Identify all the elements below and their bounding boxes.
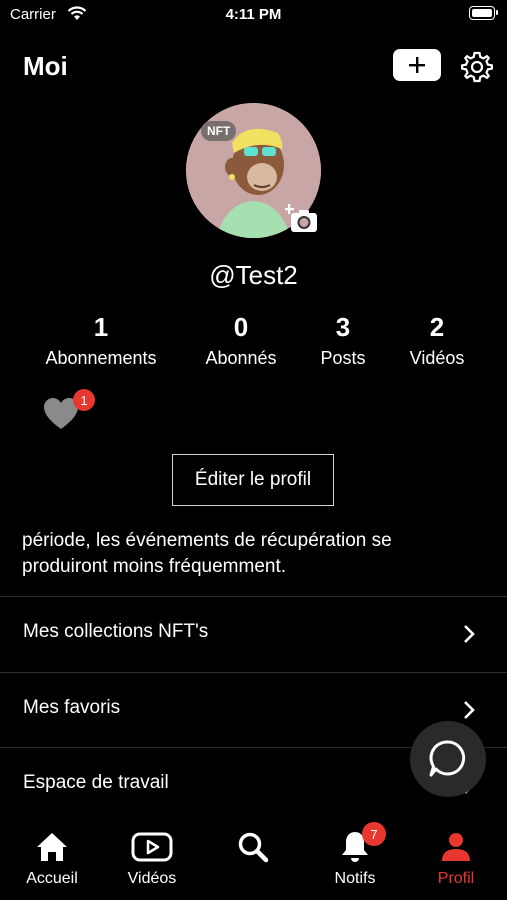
stat-abonnes[interactable]: 0 Abonnés: [196, 312, 286, 369]
page-title: Moi: [23, 51, 68, 81]
tab-notifs[interactable]: 7 Notifs: [310, 822, 400, 888]
bio-line: produiront moins fréquemment.: [22, 556, 287, 577]
stat-count: 0: [233, 312, 249, 342]
search-icon: [208, 828, 298, 866]
add-button[interactable]: [393, 49, 441, 81]
tab-bar: Accueil Vidéos 7 Notifs Profil: [0, 816, 507, 900]
menu-item-label: Mes collections NFT's: [23, 621, 209, 642]
chat-button[interactable]: [410, 721, 486, 797]
stat-label: Abonnés: [205, 348, 277, 368]
stat-posts[interactable]: 3 Posts: [309, 312, 377, 369]
tab-accueil[interactable]: Accueil: [7, 828, 97, 888]
likes-badge: 1: [73, 389, 95, 411]
home-icon: [7, 828, 97, 866]
edit-profile-button[interactable]: Éditer le profil: [172, 454, 334, 506]
menu-item-label: Espace de travail: [23, 772, 169, 793]
stat-label: Posts: [320, 348, 366, 368]
stat-count: 3: [335, 312, 351, 342]
chevron-right-icon: [464, 625, 475, 643]
stat-videos[interactable]: 2 Vidéos: [398, 312, 476, 369]
video-icon: [107, 828, 197, 866]
notifications-badge: 7: [362, 822, 386, 846]
clock: 4:11 PM: [225, 6, 282, 23]
stat-label: Abonnements: [45, 348, 157, 368]
tab-label: Notifs: [334, 870, 376, 887]
tab-label: Accueil: [26, 870, 78, 887]
plus-icon: [409, 57, 425, 73]
settings-button[interactable]: [460, 50, 494, 84]
stat-abonnements[interactable]: 1 Abonnements: [38, 312, 164, 369]
tab-search[interactable]: [208, 828, 298, 870]
likes-button[interactable]: 1: [43, 389, 99, 433]
menu-item-label: Mes favoris: [23, 697, 121, 718]
stat-label: Vidéos: [409, 348, 465, 368]
stat-count: 1: [93, 312, 109, 342]
bio-line: période, les événements de récupération …: [22, 530, 392, 551]
username: @Test2: [209, 260, 298, 290]
tab-profil[interactable]: Profil: [411, 828, 501, 888]
status-bar: Carrier 4:11 PM: [0, 0, 507, 30]
battery-icon: [469, 6, 498, 20]
bio: période, les événements de récupération …: [22, 528, 492, 580]
tab-label: Profil: [437, 870, 475, 887]
chat-bubble-icon: [429, 740, 466, 777]
menu-item-nft-collections[interactable]: Mes collections NFT's: [0, 597, 507, 671]
tab-videos[interactable]: Vidéos: [107, 828, 197, 888]
bell-icon: 7: [310, 822, 400, 866]
add-photo-icon[interactable]: [284, 203, 321, 235]
nft-badge: NFT: [201, 121, 237, 141]
gear-icon: [461, 51, 493, 83]
person-icon: [411, 828, 501, 866]
chevron-right-icon: [464, 701, 475, 719]
tab-label: Vidéos: [127, 870, 177, 887]
stat-count: 2: [429, 312, 445, 342]
